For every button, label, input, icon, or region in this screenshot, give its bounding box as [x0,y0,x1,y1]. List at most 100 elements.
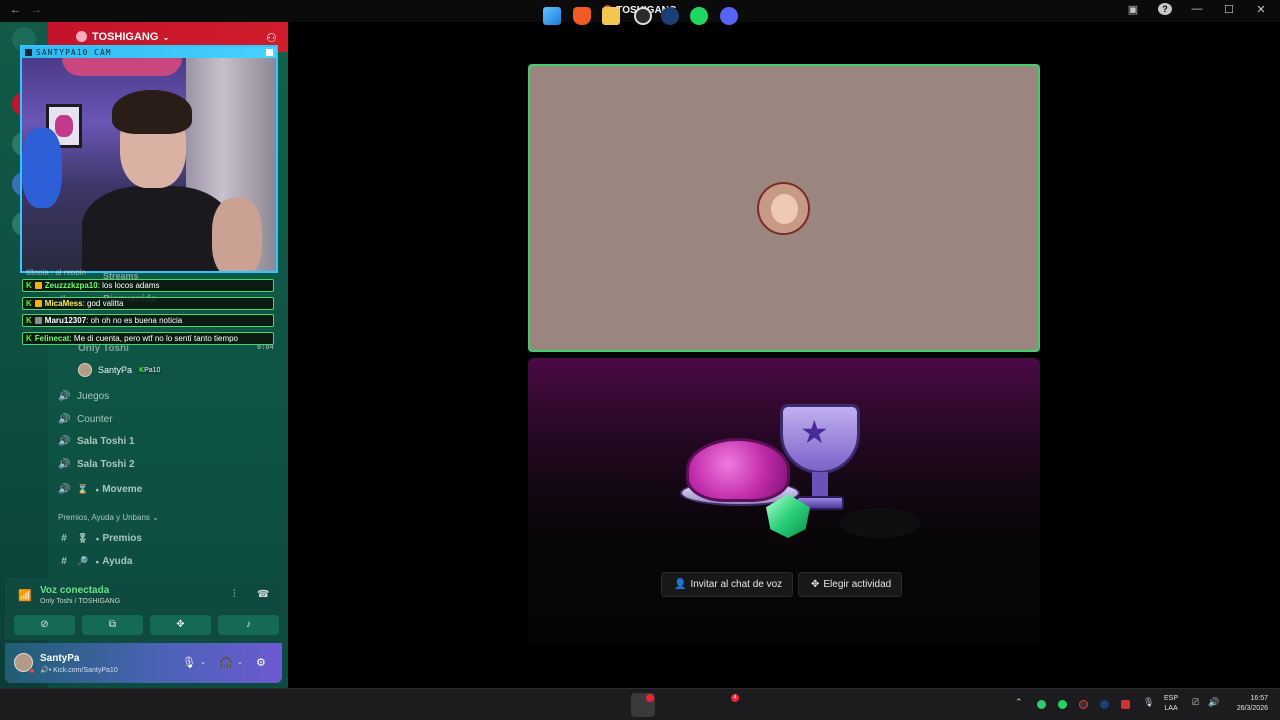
windows-start-icon[interactable] [543,7,561,25]
discord-icon[interactable] [720,7,738,25]
voice-actions: ⊘ ⧉ ✥ ♪ [14,615,279,635]
channel-sala-toshi-1[interactable]: 🔊 Sala Toshi 1 [58,436,135,447]
speaker-icon: 🔊 [58,459,71,470]
tray-app-icon[interactable] [1037,700,1046,709]
voice-connected-panel: 📶 Voz conectada Only Toshi / TOSHIGANG ⫶… [5,578,282,640]
sub-badge-icon [34,282,42,289]
voice-status[interactable]: Voz conectada [40,585,109,596]
kick-icon: K [26,316,32,325]
server-logo-icon [76,31,87,42]
member-tag: KPa10 [137,366,163,374]
kick-icon: K [26,333,32,343]
magnifier-icon: 🔎 [77,556,89,566]
noise-suppression-icon[interactable]: ⫶ [233,589,236,600]
language-indicator[interactable]: ESP LAA [1164,694,1178,714]
disconnect-icon[interactable]: ☎ [257,589,269,600]
file-explorer-icon[interactable] [602,7,620,25]
speaker-icon: 🔊 [58,414,71,425]
channel-premios[interactable]: # 🎖 ・ Premios [58,531,142,546]
streamer [82,90,262,271]
led-light [62,58,182,76]
channel-moveme[interactable]: 🔊 ⌛ ・ Moveme [58,482,142,497]
channel-ayuda[interactable]: # 🔎 ・ Ayuda [58,554,132,569]
avatar [78,363,92,377]
server-name[interactable]: TOSHIGANG ⌄ [76,31,169,43]
channel-juegos[interactable]: 🔊 Juegos [58,391,109,402]
soundboard-button[interactable]: ♪ [218,615,279,635]
chat-message: K Felinecat: Me di cuenta, pero wtf no lo… [22,331,274,345]
activities-icon: ✥ [176,619,185,630]
settings-gear-icon[interactable]: ⚙ [256,656,266,669]
speaker-icon: 🔊 [58,484,71,495]
user-panel: SantyPa 🔊• Kick.com/SantyPa10 🎙 ⌄ 🎧 ⌄ ⚙ [5,643,282,683]
help-icon[interactable]: ? [1158,3,1172,16]
status-indicator [29,668,35,674]
activities-button[interactable]: ✥ [150,615,211,635]
chevron-down-icon[interactable]: ⌄ [200,658,206,666]
chat-message: K Zeuzzzkzpa10: los locos adams [22,279,274,292]
minimize-icon[interactable]: — [1190,3,1204,16]
steam-icon[interactable] [661,7,679,25]
volume-icon[interactable]: 🔊 [1208,697,1219,708]
network-icon[interactable]: ⎚ [1192,697,1199,708]
activity-illustration: ★ [680,400,920,550]
voice-location[interactable]: Only Toshi / TOSHIGANG [40,598,120,605]
inbox-icon[interactable]: ▣ [1126,3,1140,16]
kick-icon: K [26,281,32,290]
shell-icon [686,438,790,502]
user-name[interactable]: SantyPa [40,653,79,664]
voice-member[interactable]: SantyPa KPa10 [78,363,163,377]
cam-title-bar: SANTYPA10 CAM [22,47,276,58]
screen-share-button[interactable]: ⧉ [82,615,143,635]
category-premios[interactable]: Premios, Ayuda y Unbans ⌄ [58,513,159,522]
speaker-icon: 🔊• [40,667,54,674]
chat-message: K Maru12307: oh oh no es buena noticia [22,314,274,327]
tray-steam-icon[interactable] [1100,700,1109,709]
window-controls: ▣ ? — ☐ ✕ [1126,3,1268,16]
speaker-icon: 🔊 [58,391,71,402]
shadow-shape [840,508,920,538]
plush-toy [22,128,62,208]
chevron-down-icon: ⌄ [160,33,170,42]
maximize-icon[interactable]: ☐ [1222,3,1236,16]
close-icon[interactable]: ✕ [1254,3,1268,16]
webcam-feed [22,58,276,271]
chevron-down-icon[interactable]: ⌄ [237,658,243,666]
notification-dot [646,694,654,702]
participant-avatar [757,182,810,235]
kick-icon: K [26,298,32,308]
clock[interactable]: 16:57 26/3/2026 [1228,694,1268,714]
tray-obs-icon[interactable] [1079,700,1088,709]
chevron-down-icon: ⌄ [149,513,159,522]
microphone-icon[interactable]: 🎙 [182,656,196,669]
camera-off-icon: ⊘ [40,619,49,630]
brave-browser-icon[interactable] [573,7,591,25]
obs-icon[interactable] [634,7,652,25]
mic-icon[interactable]: 🎙 [1143,697,1154,708]
signal-icon[interactable]: 📶 [18,589,32,602]
cam-icon [25,49,32,56]
activities-icon: ✥ [811,579,820,590]
user-subtitle: 🔊• Kick.com/SantyPa10 [40,667,118,674]
soundboard-icon: ♪ [246,619,251,630]
notification-badge: 4 [731,694,739,702]
tray-overflow-icon[interactable]: ⌃ [1015,697,1023,708]
chat-overlay: tillopia : al reppin K Zeuzzzkzpa10: los … [22,268,274,349]
tray-spotify-icon[interactable] [1058,700,1067,709]
headphones-icon[interactable]: 🎧 [219,656,233,669]
add-person-icon: 👤 [674,579,687,590]
chat-message-faded: tillopia : al reppin [26,268,87,276]
channel-counter[interactable]: 🔊 Counter [58,414,113,425]
tray-app-icon[interactable] [1121,700,1130,709]
camera-button[interactable]: ⊘ [14,615,75,635]
invite-voice-button[interactable]: 👤 Invitar al chat de voz [661,572,794,597]
choose-activity-button[interactable]: ✥ Elegir actividad [798,572,903,597]
add-member-icon[interactable]: ⚇ [266,31,277,45]
medal-icon: 🎖 [77,533,89,543]
screen-share-icon: ⧉ [108,619,117,630]
streamer-body [82,186,232,271]
star-icon: ★ [800,414,829,450]
sub-badge-icon [34,299,42,307]
spotify-icon[interactable] [690,7,708,25]
channel-sala-toshi-2[interactable]: 🔊 Sala Toshi 2 [58,459,135,470]
